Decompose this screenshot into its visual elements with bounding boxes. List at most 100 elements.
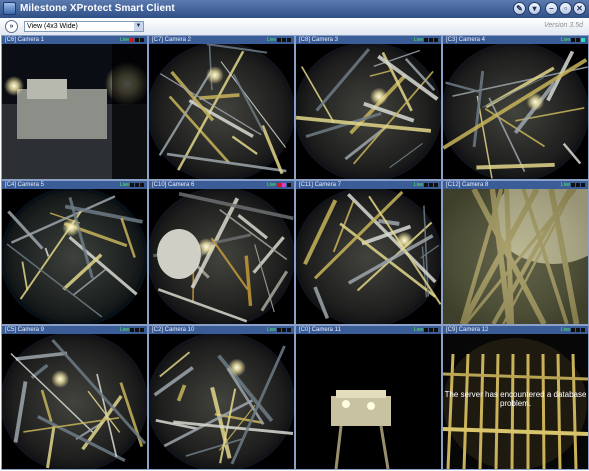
camera-tile[interactable]: [C12] Camera 8 Live — [442, 180, 589, 325]
camera-feed[interactable] — [443, 44, 588, 179]
window-title: Milestone XProtect Smart Client — [20, 3, 175, 14]
video-frame — [296, 189, 441, 324]
live-status: Live — [413, 327, 423, 333]
status-indicator-icon — [576, 328, 580, 332]
camera-tile[interactable]: [C11] Camera 7 Live — [295, 180, 442, 325]
live-status: Live — [560, 37, 570, 43]
app-window: Milestone XProtect Smart Client ✎ ▾ – ▫ … — [0, 0, 589, 471]
status-indicator-icon — [135, 328, 139, 332]
camera-feed[interactable] — [296, 44, 441, 179]
camera-tile[interactable]: [C8] Camera 3 Live — [295, 35, 442, 180]
camera-label: [C4] Camera 5 — [5, 182, 45, 188]
video-frame — [149, 189, 294, 324]
live-status: Live — [266, 327, 276, 333]
status-indicator-icon — [140, 183, 144, 187]
status-indicator-icon — [424, 38, 428, 42]
status-indicator-icon — [424, 328, 428, 332]
video-frame — [296, 334, 441, 469]
status-indicator-icon — [135, 38, 139, 42]
camera-tile[interactable]: [C10] Camera 6 Live — [148, 180, 295, 325]
camera-header: [C8] Camera 3 Live — [296, 36, 441, 44]
camera-header: [C9] Camera 12 Live — [443, 326, 588, 334]
view-select[interactable]: View (4x3 Wide) ▼ — [24, 21, 144, 32]
status-indicator-icon — [287, 183, 291, 187]
video-frame — [149, 334, 294, 469]
status-indicator-icon — [571, 183, 575, 187]
camera-header: [C7] Camera 2 Live — [149, 36, 294, 44]
camera-header: [C2] Camera 10 Live — [149, 326, 294, 334]
chevron-down-icon[interactable]: ▼ — [134, 22, 143, 31]
toolbar: » View (4x3 Wide) ▼ Version 3.5d — [0, 18, 589, 36]
live-status: Live — [560, 182, 570, 188]
camera-feed[interactable] — [2, 189, 147, 324]
camera-tile[interactable]: [C9] Camera 12 Live The server has encount… — [442, 325, 589, 470]
camera-header: [C10] Camera 6 Live — [149, 181, 294, 189]
status-indicator-icon — [282, 183, 286, 187]
help-button[interactable]: ▾ — [528, 2, 541, 15]
status-indicator-icon — [140, 328, 144, 332]
camera-tile[interactable]: [C0] Camera 11 Live — [295, 325, 442, 470]
camera-feed[interactable] — [2, 44, 147, 179]
camera-feed[interactable] — [443, 189, 588, 324]
camera-feed[interactable] — [2, 334, 147, 469]
camera-feed[interactable] — [149, 334, 294, 469]
camera-tile[interactable]: [C4] Camera 5 Live — [1, 180, 148, 325]
camera-grid: [C6] Camera 1 Live [C7] Camera 2 Live [C8] C… — [0, 35, 589, 471]
status-indicator-icon — [581, 183, 585, 187]
camera-header: [C3] Camera 4 Live — [443, 36, 588, 44]
title-bar: Milestone XProtect Smart Client ✎ ▾ – ▫ … — [0, 0, 589, 18]
camera-header: [C0] Camera 11 Live — [296, 326, 441, 334]
camera-label: [C6] Camera 1 — [5, 37, 45, 43]
status-indicator-icon — [277, 183, 281, 187]
camera-feed[interactable]: The server has encountered a database pr… — [443, 334, 588, 469]
minimize-button[interactable]: – — [545, 2, 558, 15]
double-chevron-right-icon[interactable]: » — [5, 20, 18, 33]
camera-label: [C7] Camera 2 — [152, 37, 192, 43]
status-indicator-icon — [434, 183, 438, 187]
status-indicator-icon — [282, 38, 286, 42]
camera-feed[interactable] — [149, 189, 294, 324]
camera-tile[interactable]: [C5] Camera 9 Live — [1, 325, 148, 470]
video-frame — [149, 44, 294, 179]
status-indicator-icon — [287, 328, 291, 332]
settings-button[interactable]: ✎ — [513, 2, 526, 15]
live-status: Live — [266, 37, 276, 43]
camera-tile[interactable]: [C7] Camera 2 Live — [148, 35, 295, 180]
camera-label: [C5] Camera 9 — [5, 327, 45, 333]
maximize-button[interactable]: ▫ — [559, 2, 572, 15]
camera-label: [C11] Camera 7 — [299, 182, 341, 188]
status-indicator-icon — [576, 38, 580, 42]
status-indicator-icon — [130, 328, 134, 332]
status-indicator-icon — [282, 328, 286, 332]
camera-feed[interactable] — [296, 334, 441, 469]
question-icon: ▾ — [532, 4, 537, 13]
status-indicator-icon — [277, 38, 281, 42]
camera-tile[interactable]: [C6] Camera 1 Live — [1, 35, 148, 180]
maximize-icon: ▫ — [564, 4, 567, 13]
camera-header: [C6] Camera 1 Live — [2, 36, 147, 44]
camera-header: [C5] Camera 9 Live — [2, 326, 147, 334]
view-select-value: View (4x3 Wide) — [27, 23, 78, 30]
wrench-icon: ✎ — [516, 4, 523, 13]
status-indicator-icon — [429, 183, 433, 187]
camera-feed[interactable] — [296, 189, 441, 324]
video-frame — [2, 334, 147, 469]
camera-tile[interactable]: [C2] Camera 10 Live — [148, 325, 295, 470]
camera-label: [C8] Camera 3 — [299, 37, 339, 43]
status-indicator-icon — [434, 38, 438, 42]
status-indicator-icon — [576, 183, 580, 187]
app-logo-icon — [3, 2, 16, 15]
camera-header: [C11] Camera 7 Live — [296, 181, 441, 189]
camera-label: [C9] Camera 12 — [446, 327, 489, 333]
camera-feed[interactable] — [149, 44, 294, 179]
status-indicator-icon — [130, 183, 134, 187]
camera-tile[interactable]: [C3] Camera 4 Live — [442, 35, 589, 180]
status-indicator-icon — [130, 38, 134, 42]
status-indicator-icon — [571, 328, 575, 332]
close-button[interactable]: ✕ — [573, 2, 586, 15]
video-frame — [443, 44, 588, 179]
live-status: Live — [413, 182, 423, 188]
status-indicator-icon — [581, 38, 585, 42]
status-indicator-icon — [140, 38, 144, 42]
close-icon: ✕ — [576, 4, 583, 13]
